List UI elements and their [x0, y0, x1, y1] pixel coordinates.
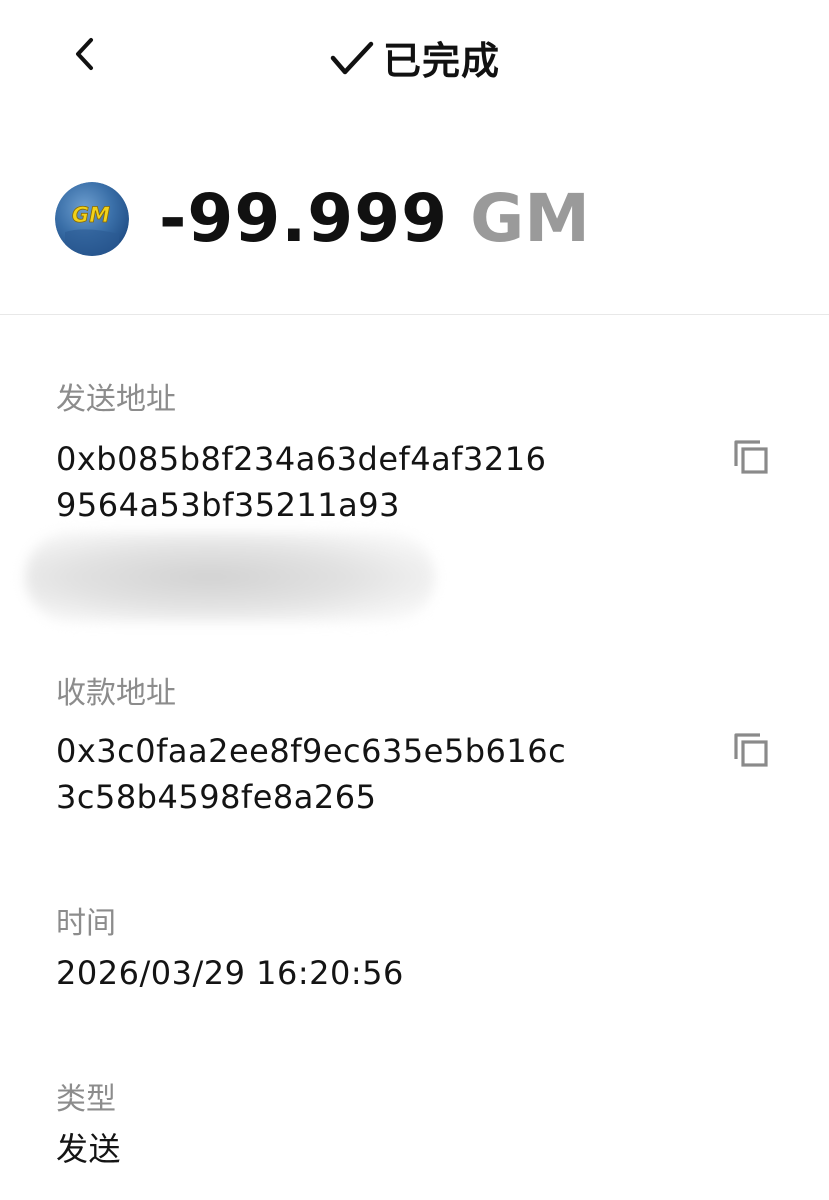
sender-address[interactable]: 0xb085b8f234a63def4af3216 9564a53bf35211…: [56, 436, 546, 528]
sender-address-line2: 9564a53bf35211a93: [56, 486, 400, 524]
divider: [0, 314, 829, 315]
receiver-address[interactable]: 0x3c0faa2ee8f9ec635e5b616c 3c58b4598fe8a…: [56, 728, 566, 820]
sender-address-line1: 0xb085b8f234a63def4af3216: [56, 440, 547, 478]
copy-icon: [734, 733, 768, 767]
checkmark-icon: [330, 41, 374, 74]
transaction-amount: -99.999: [159, 180, 449, 257]
time-value: 2026/03/29 16:20:56: [56, 954, 404, 992]
receiver-address-line2: 3c58b4598fe8a265: [56, 778, 377, 816]
type-value: 发送: [56, 1130, 122, 1168]
svg-text:GM: GM: [72, 203, 110, 227]
copy-icon: [734, 440, 768, 474]
amount-row: GM -99.999 GM: [55, 180, 590, 257]
gm-token-logo: GM: [55, 181, 129, 256]
receiver-address-line1: 0x3c0faa2ee8f9ec635e5b616c: [56, 732, 567, 770]
copy-sender-button[interactable]: [730, 436, 772, 478]
token-symbol: GM: [470, 180, 590, 257]
top-bar: 已完成: [0, 0, 829, 110]
sender-label: 发送地址: [56, 382, 176, 417]
status-header: 已完成: [0, 30, 829, 85]
type-label: 类型: [56, 1082, 116, 1117]
receiver-label: 收款地址: [56, 676, 176, 711]
time-label: 时间: [56, 906, 116, 941]
status-text: 已完成: [382, 39, 500, 83]
copy-receiver-button[interactable]: [730, 729, 772, 771]
redacted-region: [25, 532, 435, 622]
